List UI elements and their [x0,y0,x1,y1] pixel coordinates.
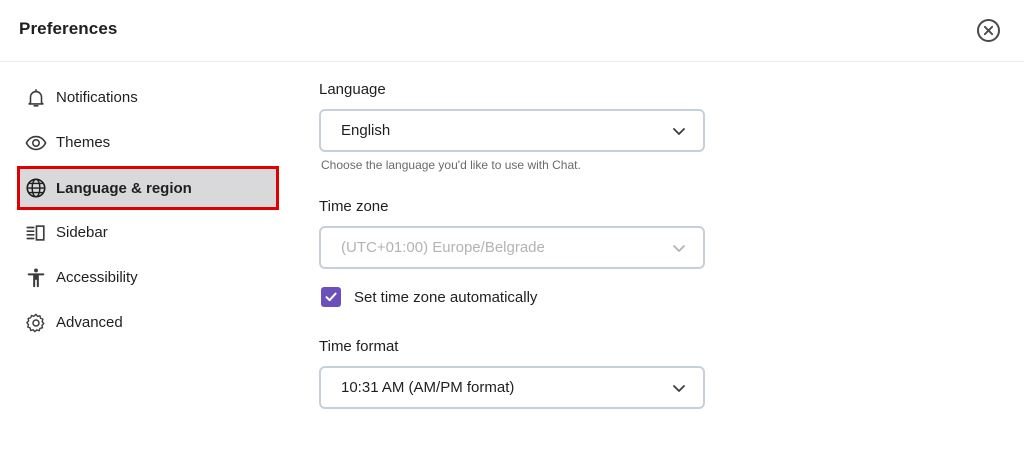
chevron-down-icon [673,385,685,392]
close-icon[interactable] [977,19,1000,42]
timezone-select-value: (UTC+01:00) Europe/Belgrade [341,239,545,256]
sidebar-item-notifications[interactable]: Notifications [17,75,279,120]
time-format-label: Time format [319,338,399,355]
eye-icon [25,132,47,154]
gear-icon [25,312,47,334]
timezone-label: Time zone [319,198,389,215]
language-hint: Choose the language you'd like to use wi… [321,158,581,172]
globe-icon [25,177,47,199]
sidebar-item-themes[interactable]: Themes [17,120,279,165]
sidebar-item-label: Sidebar [56,224,108,241]
auto-timezone-checkbox[interactable] [321,287,341,307]
time-format-select-value: 10:31 AM (AM/PM format) [341,379,515,396]
auto-timezone-toggle[interactable]: Set time zone automatically [321,287,537,307]
accessibility-person-icon [25,267,47,289]
sidebar-layout-icon [25,222,47,244]
sidebar-item-label: Notifications [56,89,138,106]
dialog-header: Preferences [0,0,1024,62]
sidebar-item-label: Language & region [56,179,192,197]
dialog-title: Preferences [19,19,118,38]
time-format-select[interactable]: 10:31 AM (AM/PM format) [319,366,705,409]
language-select-value: English [341,122,391,139]
chevron-down-icon [673,128,685,135]
sidebar-item-label: Themes [56,134,111,151]
sidebar-item-accessibility[interactable]: Accessibility [17,255,279,300]
language-select[interactable]: English [319,109,705,152]
sidebar-item-label: Advanced [56,314,123,331]
sidebar-item-language-region[interactable]: Language & region [17,166,279,210]
settings-sidebar: Notifications Themes Language & region S… [17,75,279,345]
checkmark-icon [325,292,337,302]
sidebar-item-advanced[interactable]: Advanced [17,300,279,345]
timezone-select: (UTC+01:00) Europe/Belgrade [319,226,705,269]
language-label: Language [319,81,386,98]
sidebar-item-label: Accessibility [56,269,138,286]
auto-timezone-label: Set time zone automatically [354,288,538,306]
sidebar-item-sidebar[interactable]: Sidebar [17,210,279,255]
bell-icon [25,87,47,109]
chevron-down-icon [673,245,685,252]
